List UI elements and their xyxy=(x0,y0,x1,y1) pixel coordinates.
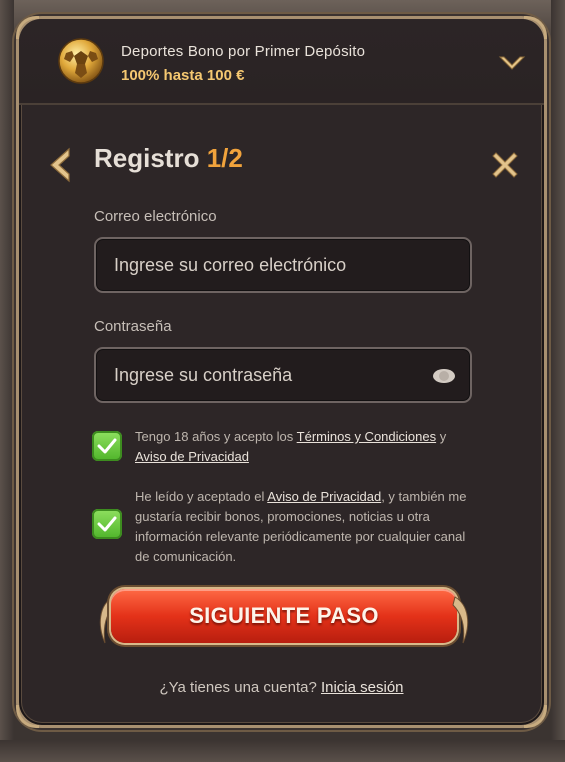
login-prompt: ¿Ya tienes una cuenta? Inicia sesión xyxy=(19,679,544,696)
age-terms-text: Tengo 18 años y acepto los Términos y Co… xyxy=(135,427,475,467)
consent-text: He leído y aceptado el xyxy=(135,489,268,504)
page-title: Registro 1/2 xyxy=(94,143,243,174)
consent-text: y xyxy=(436,429,447,444)
privacy-link[interactable]: Aviso de Privacidad xyxy=(135,449,249,464)
check-icon xyxy=(97,438,117,454)
registration-modal: Deportes Bono por Primer Depósito 100% h… xyxy=(16,16,547,728)
chevron-left-icon[interactable] xyxy=(43,147,77,183)
bonus-banner[interactable]: Deportes Bono por Primer Depósito 100% h… xyxy=(19,19,544,105)
frame-corner xyxy=(524,705,547,728)
password-field-box[interactable] xyxy=(94,347,472,403)
eye-icon[interactable] xyxy=(432,367,456,385)
next-step-button-label: SIGUIENTE PASO xyxy=(189,603,379,628)
chevron-down-icon[interactable] xyxy=(497,51,527,75)
email-label: Correo electrónico xyxy=(94,208,217,225)
background-bottom xyxy=(0,740,565,762)
password-label: Contraseña xyxy=(94,318,172,335)
login-link[interactable]: Inicia sesión xyxy=(321,679,404,696)
background-right xyxy=(551,0,565,762)
login-prompt-text: ¿Ya tienes una cuenta? xyxy=(159,679,321,696)
step-total: /2 xyxy=(221,143,243,173)
step-current: 1 xyxy=(206,143,222,173)
terms-link[interactable]: Términos y Condiciones xyxy=(297,429,436,444)
bonus-amount: 100% hasta 100 € xyxy=(121,67,245,84)
consent-text: Tengo 18 años y acepto los xyxy=(135,429,297,444)
marketing-consent-checkbox[interactable] xyxy=(92,509,122,539)
soccer-ball-icon xyxy=(58,38,104,84)
bonus-title: Deportes Bono por Primer Depósito xyxy=(121,43,366,60)
next-step-button[interactable]: SIGUIENTE PASO xyxy=(99,585,469,649)
password-field[interactable] xyxy=(114,349,414,401)
email-field[interactable] xyxy=(114,239,414,291)
age-terms-checkbox[interactable] xyxy=(92,431,122,461)
marketing-consent-text: He leído y aceptado el Aviso de Privacid… xyxy=(135,487,480,567)
page-title-text: Registro xyxy=(94,143,207,173)
close-icon[interactable] xyxy=(489,149,521,181)
frame-corner xyxy=(16,705,39,728)
privacy-link[interactable]: Aviso de Privacidad xyxy=(267,489,381,504)
check-icon xyxy=(97,516,117,532)
email-field-box[interactable] xyxy=(94,237,472,293)
background-left xyxy=(0,0,14,762)
